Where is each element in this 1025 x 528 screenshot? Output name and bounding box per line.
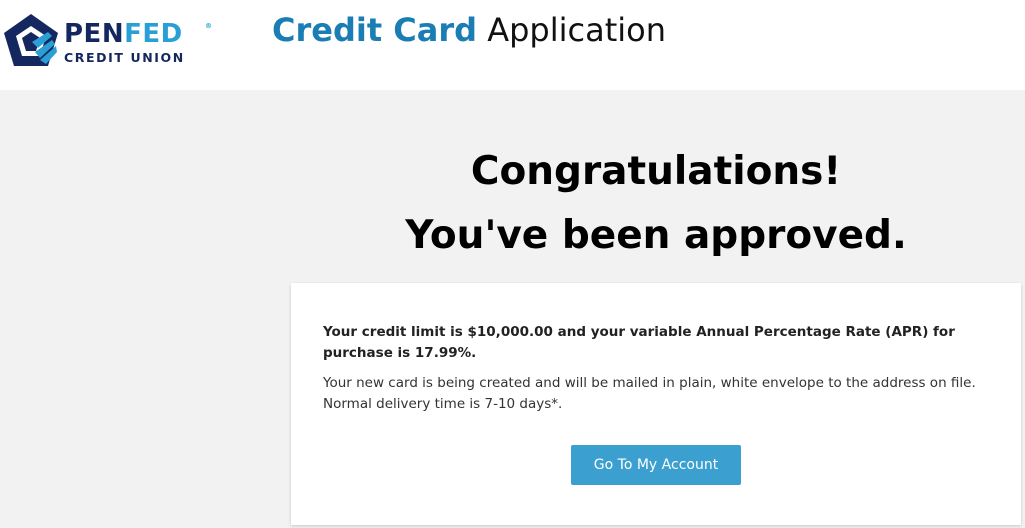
logo-name: PENFED — [64, 20, 185, 48]
logo-registered-mark: ® — [205, 22, 212, 30]
logo-name-fed: FED — [124, 19, 183, 49]
penfed-pentagon-icon — [4, 14, 58, 66]
page-title: Credit Card Application — [272, 10, 666, 50]
logo-subtitle: CREDIT UNION — [64, 50, 185, 65]
card-mailing-text: Your new card is being created and will … — [323, 375, 976, 412]
credit-limit-text: Your credit limit is $10,000.00 and your… — [323, 324, 955, 361]
penfed-logo[interactable]: PENFED ® CREDIT UNION — [2, 12, 212, 70]
logo-wordmark: PENFED ® CREDIT UNION — [64, 20, 212, 66]
go-to-account-button[interactable]: Go To My Account — [571, 445, 741, 485]
approval-card: Your credit limit is $10,000.00 and your… — [291, 283, 1021, 525]
approval-heading: Congratulations! You've been approved. — [300, 140, 1012, 268]
page-title-rest: Application — [477, 11, 667, 49]
logo-name-pen: PEN — [64, 19, 125, 49]
page-title-strong: Credit Card — [272, 11, 478, 49]
site-header: PENFED ® CREDIT UNION Credit Card Applic… — [0, 0, 1025, 90]
approval-heading-line1: Congratulations! — [470, 149, 842, 194]
approval-heading-line2: You've been approved. — [405, 213, 907, 258]
